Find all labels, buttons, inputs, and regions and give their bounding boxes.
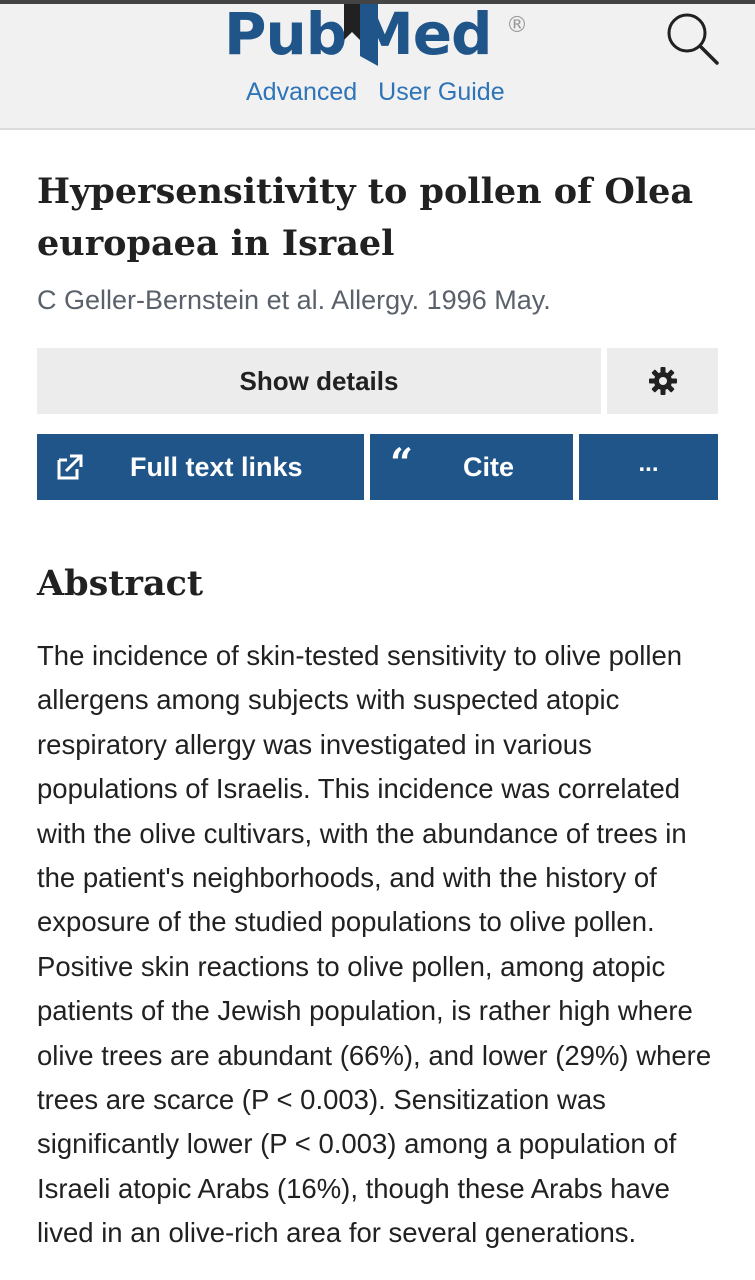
external-link-icon	[57, 454, 83, 480]
full-text-links-label: Full text links	[130, 452, 303, 482]
search-icon[interactable]	[664, 10, 720, 66]
display-options-button[interactable]	[607, 348, 718, 414]
logo-text-pub: Pub	[224, 0, 347, 68]
article-title: Hypersensitivity to pollen of Olea europ…	[37, 171, 694, 264]
abstract-heading: Abstract	[37, 563, 204, 604]
logo-text-med: Med	[356, 0, 493, 68]
more-actions-label: ...	[638, 450, 659, 477]
abstract-text: The incidence of skin-tested sensitivity…	[37, 640, 712, 1249]
full-text-links-button[interactable]: Full text links	[37, 434, 364, 500]
more-actions-button[interactable]: ...	[579, 434, 718, 500]
header-links: Advanced User Guide	[246, 78, 519, 107]
show-details-button[interactable]: Show details	[37, 348, 601, 414]
site-header: Pub Med ® Advanced User Guide	[0, 4, 755, 130]
user-guide-link[interactable]: User Guide	[378, 78, 504, 106]
quote-icon: “	[390, 440, 414, 487]
cite-label: Cite	[463, 452, 515, 482]
advanced-search-link[interactable]: Advanced	[246, 78, 357, 106]
gear-icon	[648, 367, 677, 395]
pubmed-logo[interactable]: Pub Med ®	[222, 4, 532, 76]
registered-mark: ®	[506, 13, 528, 38]
article-citation: C Geller-Bernstein et al. Allergy. 1996 …	[37, 285, 551, 315]
cite-button[interactable]: “ Cite	[370, 434, 573, 500]
